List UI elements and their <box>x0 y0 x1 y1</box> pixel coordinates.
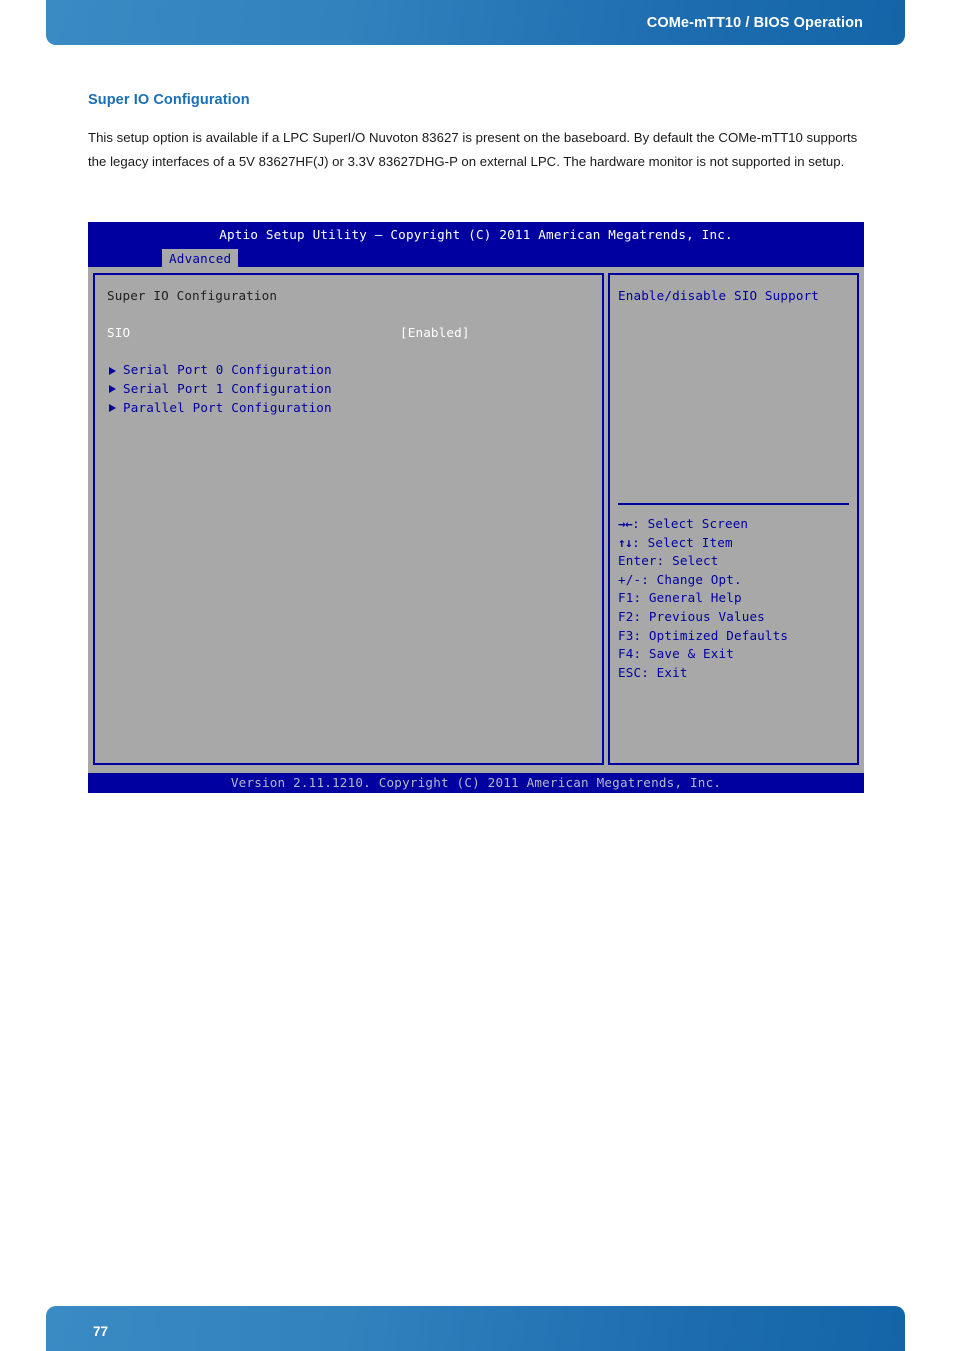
tab-advanced[interactable]: Advanced <box>162 249 239 268</box>
key-legend-save-exit: F4: Save & Exit <box>618 646 734 662</box>
section-paragraph: This setup option is available if a LPC … <box>88 130 858 169</box>
key-legend-enter-select: Enter: Select <box>618 553 719 569</box>
bios-settings-panel: Super IO Configuration SIO [Enabled] Ser… <box>93 273 604 765</box>
bios-body: Super IO Configuration SIO [Enabled] Ser… <box>88 267 864 765</box>
submenu-label: Serial Port 1 Configuration <box>123 380 332 396</box>
bios-screenshot-figure: Aptio Setup Utility – Copyright (C) 2011… <box>88 222 864 793</box>
submenu-serial-port-0[interactable]: Serial Port 0 Configuration <box>107 361 592 380</box>
page-header-title: COMe-mTT10 / BIOS Operation <box>646 14 863 31</box>
help-text: Enable/disable SIO Support <box>618 288 820 303</box>
setting-value-sio[interactable]: [Enabled] <box>400 324 470 343</box>
key-legend-esc-exit: ESC: Exit <box>618 664 688 680</box>
submenu-label: Serial Port 0 Configuration <box>123 362 332 378</box>
key-legend-list: →←: Select Screen ↑↓: Select Item Enter:… <box>618 515 788 682</box>
page-header-bar: COMe-mTT10 / BIOS Operation <box>46 0 905 45</box>
settings-section-title: Super IO Configuration <box>107 288 278 303</box>
arrow-left-right-icon: →← <box>618 516 633 531</box>
key-legend-change-opt: +/-: Change Opt. <box>618 571 742 587</box>
bios-title-bar: Aptio Setup Utility – Copyright (C) 2011… <box>88 222 864 248</box>
key-legend-optimized-defaults: F3: Optimized Defaults <box>618 627 789 643</box>
bios-help-panel: Enable/disable SIO Support →←: Select Sc… <box>608 273 859 765</box>
bios-footer-bar: Version 2.11.1210. Copyright (C) 2011 Am… <box>88 773 864 793</box>
submenu-label: Parallel Port Configuration <box>123 399 332 415</box>
bios-body-bottom-gap <box>88 765 864 773</box>
submenu-parallel-port[interactable]: Parallel Port Configuration <box>107 399 592 418</box>
bios-tab-bar: Advanced <box>88 248 864 268</box>
help-panel-divider <box>618 503 849 505</box>
key-legend-label: : Select Screen <box>632 516 749 531</box>
key-legend-select-screen: →←: Select Screen <box>618 515 788 534</box>
key-legend-select-item: ↑↓: Select Item <box>618 534 788 553</box>
key-legend-label: : Select Item <box>632 534 733 550</box>
setting-label-sio: SIO <box>107 325 131 341</box>
page-footer-bar: 77 <box>46 1306 905 1351</box>
key-legend-previous-values: F2: Previous Values <box>618 608 765 624</box>
document-content: Super IO Configuration This setup option… <box>88 92 870 174</box>
triangle-right-icon <box>109 366 116 375</box>
submenu-serial-port-1[interactable]: Serial Port 1 Configuration <box>107 380 592 399</box>
arrow-up-down-icon: ↑↓ <box>618 534 633 550</box>
triangle-right-icon <box>109 403 116 412</box>
bios-version-text: Version 2.11.1210. Copyright (C) 2011 Am… <box>230 775 722 790</box>
key-legend-general-help: F1: General Help <box>618 590 742 606</box>
bios-title-text: Aptio Setup Utility – Copyright (C) 2011… <box>219 227 733 242</box>
setting-row-sio[interactable]: SIO [Enabled] <box>107 324 592 343</box>
triangle-right-icon <box>109 385 116 394</box>
page-number: 77 <box>93 1324 109 1339</box>
page-title: Super IO Configuration <box>88 92 250 108</box>
